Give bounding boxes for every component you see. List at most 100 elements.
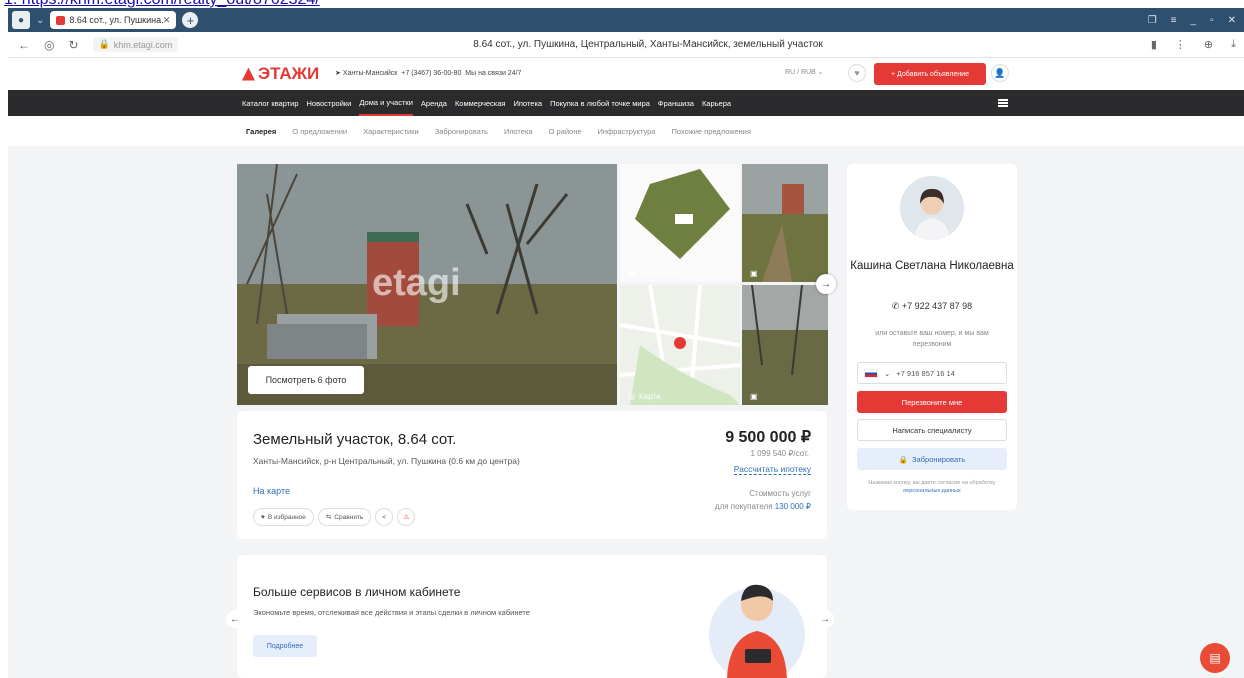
plan-caption: ▦ Планировка <box>628 269 685 278</box>
lang-select[interactable]: RU / RUB ⌄ <box>785 68 824 76</box>
subnav-characteristics[interactable]: Характеристики <box>363 127 419 136</box>
nav-newbuild[interactable]: Новостройки <box>307 90 352 116</box>
services-prev-icon[interactable]: ← <box>226 610 244 628</box>
compare-label: Сравнить <box>334 513 364 521</box>
nav-franchise[interactable]: Франшиза <box>658 90 694 116</box>
subnav-similar[interactable]: Похожие предложения <box>671 127 750 136</box>
subnav-book[interactable]: Забронировать <box>435 127 488 136</box>
user-icon[interactable]: 👤 <box>991 64 1009 82</box>
photo-watermark: etagi <box>372 262 461 304</box>
window-controls: ❐ ≡ _ ▫ ✕ <box>1148 15 1244 26</box>
services-more-button[interactable]: Подробнее <box>253 635 317 657</box>
menu-icon[interactable]: ≡ <box>1171 15 1177 26</box>
share-icon[interactable]: < <box>375 508 394 526</box>
tab-title: 8.64 сот., ул. Пушкина... <box>69 15 163 25</box>
tab-favicon-icon <box>56 15 66 25</box>
phone-input[interactable]: ⌄ +7 916 857 16 14 <box>857 362 1007 384</box>
write-agent-button[interactable]: Написать специалисту <box>857 419 1007 441</box>
favorite-button[interactable]: ♥ В избранное <box>253 508 314 526</box>
call-me-button[interactable]: Перезвоните мне <box>857 391 1007 413</box>
new-tab-button[interactable]: + <box>182 12 199 28</box>
compare-icon: ⇆ <box>325 514 332 521</box>
nav-houses[interactable]: Дома и участки <box>359 90 413 116</box>
favorites-heart-icon[interactable]: ♥ <box>848 64 866 82</box>
photo-thumbnail-2[interactable]: ▣ <box>742 285 828 405</box>
home-icon[interactable]: ◎ <box>44 38 54 52</box>
phone-note: Мы на связи 24/7 <box>465 70 522 77</box>
browser-menu-icon[interactable]: ● <box>12 11 30 29</box>
gallery-next-icon[interactable]: → <box>816 274 836 294</box>
more-icon[interactable]: ⋮ <box>1175 38 1186 51</box>
subnav-mortgage[interactable]: Ипотека <box>504 127 533 136</box>
browser-tab[interactable]: 8.64 сот., ул. Пушкина... ✕ <box>50 11 177 29</box>
services-cost-label: Стоимость услуг <box>749 489 811 498</box>
agent-card: Кашина Светлана Николаевна ✆ +7 922 437 … <box>847 164 1017 510</box>
agent-portrait <box>900 176 964 240</box>
lock-book-icon: 🔒 <box>898 454 909 464</box>
subnav-district[interactable]: О районе <box>549 127 582 136</box>
agent-phone-text: +7 922 437 87 98 <box>901 301 973 311</box>
listing-price: 9 500 000 ₽ <box>725 429 811 446</box>
nav-mortgage[interactable]: Ипотека <box>513 90 542 116</box>
nav-catalog[interactable]: Каталог квартир <box>242 90 299 116</box>
main-photo[interactable]: etagi Посмотреть 6 фото <box>237 164 617 405</box>
nav-rent[interactable]: Аренда <box>421 90 447 116</box>
chat-icon[interactable]: ▤ <box>1200 643 1230 673</box>
lock-icon: 🔒 <box>98 39 110 49</box>
burger-menu-icon[interactable] <box>998 99 1008 107</box>
download-icon[interactable]: ⤓ <box>1231 38 1236 51</box>
callback-hint: или оставьте ваш номер, и мы вам перезво… <box>875 330 989 348</box>
map-thumbnail[interactable]: ◎ Карта <box>620 285 740 405</box>
bookmarks-icon[interactable]: ❐ <box>1148 15 1157 26</box>
legal-link[interactable]: персональных данных <box>903 488 960 494</box>
close-window-icon[interactable]: ✕ <box>1228 15 1236 26</box>
url-field[interactable]: 🔒 khm.etagi.com <box>92 37 179 52</box>
services-cost-value[interactable]: 130 000 ₽ <box>775 502 811 511</box>
listing-address: Ханты-Мансийск, р-н Центральный, ул. Пуш… <box>253 456 520 466</box>
city-name[interactable]: Ханты-Мансийск <box>343 70 398 77</box>
city-info: ➤ Ханты-Мансийск +7 (3467) 36-00-80 Мы н… <box>335 70 522 77</box>
extensions-icon[interactable]: ⊕ <box>1204 38 1213 51</box>
view-photos-button[interactable]: Посмотреть 6 фото <box>248 366 364 394</box>
mortgage-link[interactable]: Рассчитать ипотеку <box>733 464 811 475</box>
report-icon[interactable]: ⚠ <box>397 508 416 526</box>
phone-input-value: +7 916 857 16 14 <box>896 368 955 378</box>
compare-button[interactable]: ⇆ Сравнить <box>317 508 372 526</box>
legal-text: Нажимая кнопку, вы даете согласие на обр… <box>868 480 996 486</box>
bookmark-icon[interactable]: ▮ <box>1151 38 1157 51</box>
add-listing-button[interactable]: + Добавить объявление <box>874 63 986 85</box>
site-logo[interactable]: ЭТАЖИ <box>242 64 319 84</box>
russia-flag-icon[interactable] <box>864 368 878 378</box>
main-nav: Каталог квартир Новостройки Дома и участ… <box>8 90 1244 116</box>
nav-commercial[interactable]: Коммерческая <box>455 90 506 116</box>
country-chevron-icon[interactable]: ⌄ <box>884 369 890 378</box>
tab-list-chevron-icon[interactable]: ⌄ <box>36 15 44 26</box>
subnav-about[interactable]: О предложении <box>292 127 347 136</box>
thumb-scene-2 <box>742 285 828 405</box>
browser-tabbar: ● ⌄ 8.64 сот., ул. Пушкина... ✕ + ❐ ≡ _ … <box>8 8 1244 32</box>
nav-worldwide[interactable]: Покупка в любой точке мира <box>550 90 650 116</box>
subnav-infrastructure[interactable]: Инфраструктура <box>598 127 656 136</box>
back-icon[interactable]: ← <box>18 38 30 52</box>
top-url-link[interactable]: 1. https://khm.etagi.com/realty_out/8762… <box>4 0 320 8</box>
maximize-icon[interactable]: ▫ <box>1210 15 1214 26</box>
subnav-gallery[interactable]: Галерея <box>246 127 276 136</box>
minimize-icon[interactable]: _ <box>1191 15 1197 26</box>
on-map-link[interactable]: На карте <box>253 486 290 496</box>
book-button[interactable]: 🔒 Забронировать <box>857 448 1007 470</box>
heart-icon: ♥ <box>261 513 265 521</box>
logo-text: ЭТАЖИ <box>258 64 320 83</box>
site-phone[interactable]: +7 (3467) 36-00-80 <box>401 70 461 77</box>
plan-caption-text: Планировка <box>639 269 685 278</box>
logo-mark-icon <box>242 67 255 81</box>
agent-phone[interactable]: ✆ +7 922 437 87 98 <box>847 301 1017 312</box>
photo-thumbnail-1[interactable]: ▣ <box>742 164 828 282</box>
services-next-icon[interactable]: → <box>816 610 834 628</box>
tab-close-icon[interactable]: ✕ <box>163 15 171 26</box>
sub-nav: Галерея О предложении Характеристики Заб… <box>8 116 1244 146</box>
plan-thumbnail[interactable]: ▦ Планировка <box>620 164 740 282</box>
reload-icon[interactable]: ↻ <box>68 38 78 52</box>
nav-career[interactable]: Карьера <box>702 90 731 116</box>
plan-diagram <box>620 164 740 282</box>
address-bar: ← ◎ ↻ 🔒 khm.etagi.com 8.64 сот., ул. Пуш… <box>8 32 1244 58</box>
